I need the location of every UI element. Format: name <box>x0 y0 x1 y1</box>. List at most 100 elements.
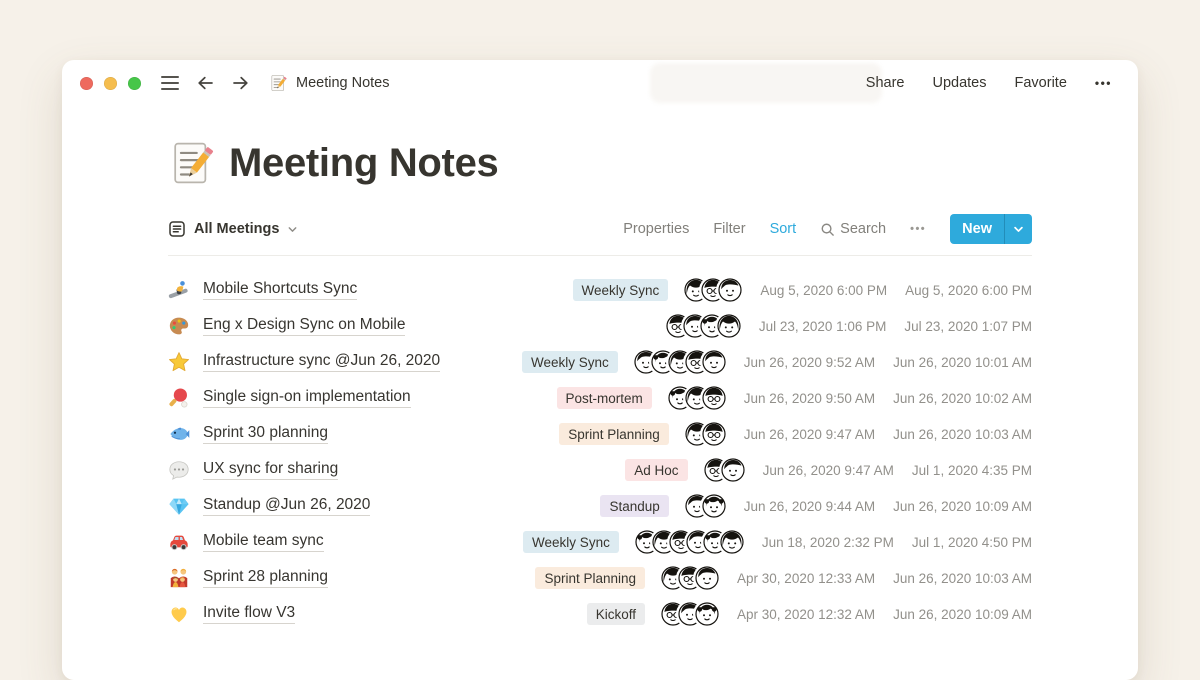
table-row[interactable]: Mobile team sync Weekly Sync Jun 18, 202… <box>168 524 1032 560</box>
search-label: Search <box>840 221 886 237</box>
row-title[interactable]: Eng x Design Sync on Mobile <box>203 316 405 337</box>
row-title[interactable]: Mobile team sync <box>203 532 324 553</box>
edited-date: Aug 5, 2020 6:00 PM <box>905 283 1032 298</box>
created-date: Jul 23, 2020 1:06 PM <box>759 319 887 334</box>
row-title[interactable]: Invite flow V3 <box>203 604 295 625</box>
row-properties: Ad Hoc Jun 26, 2020 9:47 AM Jul 1, 2020 … <box>625 458 1032 482</box>
favorite-button[interactable]: Favorite <box>1015 75 1067 91</box>
titlebar-actions: Share Updates Favorite ••• <box>866 75 1112 91</box>
memo-emoji-icon[interactable] <box>168 140 214 186</box>
created-date: Apr 30, 2020 12:32 AM <box>737 607 875 622</box>
arrow-right-icon <box>231 73 251 93</box>
avatar-group <box>668 386 726 410</box>
breadcrumb-page-title[interactable]: Meeting Notes <box>296 75 390 91</box>
row-properties: Weekly Sync Jun 18, 2020 2:32 PM Jul 1, … <box>523 530 1032 554</box>
forward-button[interactable] <box>231 73 251 93</box>
chevron-down-icon <box>287 224 298 235</box>
created-date: Jun 26, 2020 9:47 AM <box>763 463 894 478</box>
zoom-window-button[interactable] <box>128 77 141 90</box>
created-date: Jun 26, 2020 9:44 AM <box>744 499 875 514</box>
avatar[interactable] <box>702 422 726 446</box>
filter-button[interactable]: Filter <box>713 221 745 237</box>
search-button[interactable]: Search <box>820 221 886 237</box>
edited-date: Jun 26, 2020 10:09 AM <box>893 607 1032 622</box>
page-header: Meeting Notes <box>168 140 1032 186</box>
type-tag[interactable]: Weekly Sync <box>573 279 669 301</box>
gem-emoji-icon <box>168 495 190 517</box>
ghost-highlight <box>650 63 882 103</box>
updates-button[interactable]: Updates <box>932 75 986 91</box>
avatar[interactable] <box>717 314 741 338</box>
search-icon <box>820 222 835 237</box>
table-row[interactable]: Standup @Jun 26, 2020 Standup Jun 26, 20… <box>168 488 1032 524</box>
edited-date: Jun 26, 2020 10:02 AM <box>893 391 1032 406</box>
new-button[interactable]: New <box>950 214 1032 244</box>
ping-pong-emoji-icon <box>168 387 190 409</box>
avatar-group <box>685 422 726 446</box>
type-tag[interactable]: Post-mortem <box>557 387 652 409</box>
avatar-group <box>684 278 742 302</box>
table-row[interactable]: Infrastructure sync @Jun 26, 2020 Weekly… <box>168 344 1032 380</box>
row-title[interactable]: Mobile Shortcuts Sync <box>203 280 357 301</box>
sort-button[interactable]: Sort <box>770 221 797 237</box>
share-button[interactable]: Share <box>866 75 905 91</box>
type-tag[interactable]: Sprint Planning <box>535 567 645 589</box>
avatar-group <box>634 350 726 374</box>
family-emoji-icon <box>168 567 190 589</box>
type-tag[interactable]: Weekly Sync <box>523 531 619 553</box>
table-row[interactable]: Sprint 30 planning Sprint Planning Jun 2… <box>168 416 1032 452</box>
view-switcher[interactable]: All Meetings <box>168 220 298 238</box>
memo-page-icon <box>269 74 287 92</box>
new-dropdown-button[interactable] <box>1005 214 1032 244</box>
avatar-group <box>661 602 719 626</box>
avatar[interactable] <box>720 530 744 554</box>
created-date: Jun 26, 2020 9:50 AM <box>744 391 875 406</box>
list-view-icon <box>168 220 186 238</box>
created-date: Apr 30, 2020 12:33 AM <box>737 571 875 586</box>
table-row[interactable]: Sprint 28 planning Sprint Planning Apr 3… <box>168 560 1032 596</box>
table-row[interactable]: UX sync for sharing Ad Hoc Jun 26, 2020 … <box>168 452 1032 488</box>
sidebar-menu-icon[interactable] <box>161 76 179 90</box>
created-date: Jun 26, 2020 9:47 AM <box>744 427 875 442</box>
avatar[interactable] <box>695 602 719 626</box>
type-tag[interactable]: Sprint Planning <box>559 423 669 445</box>
properties-button[interactable]: Properties <box>623 221 689 237</box>
toolbar-more-icon[interactable]: ••• <box>910 223 926 235</box>
avatar[interactable] <box>702 350 726 374</box>
table-row[interactable]: Mobile Shortcuts Sync Weekly Sync Aug 5,… <box>168 272 1032 308</box>
avatar[interactable] <box>695 566 719 590</box>
table-row[interactable]: Invite flow V3 Kickoff Apr 30, 2020 12:3… <box>168 596 1032 632</box>
new-button-label[interactable]: New <box>950 214 1004 244</box>
edited-date: Jun 26, 2020 10:01 AM <box>893 355 1032 370</box>
minimize-window-button[interactable] <box>104 77 117 90</box>
avatar[interactable] <box>718 278 742 302</box>
close-window-button[interactable] <box>80 77 93 90</box>
type-tag[interactable]: Kickoff <box>587 603 645 625</box>
edited-date: Jul 1, 2020 4:50 PM <box>912 535 1032 550</box>
type-tag[interactable]: Weekly Sync <box>522 351 618 373</box>
table-row[interactable]: Single sign-on implementation Post-morte… <box>168 380 1032 416</box>
row-title[interactable]: Single sign-on implementation <box>203 388 411 409</box>
edited-date: Jun 26, 2020 10:03 AM <box>893 571 1032 586</box>
row-title[interactable]: Infrastructure sync @Jun 26, 2020 <box>203 352 440 373</box>
row-properties: Standup Jun 26, 2020 9:44 AM Jun 26, 202… <box>600 494 1032 518</box>
avatar[interactable] <box>721 458 745 482</box>
avatar[interactable] <box>702 494 726 518</box>
row-title[interactable]: Sprint 30 planning <box>203 424 328 445</box>
type-tag[interactable]: Standup <box>600 495 668 517</box>
row-title[interactable]: Sprint 28 planning <box>203 568 328 589</box>
more-options-icon[interactable]: ••• <box>1095 76 1112 90</box>
back-button[interactable] <box>195 73 215 93</box>
meeting-list: Mobile Shortcuts Sync Weekly Sync Aug 5,… <box>168 272 1032 632</box>
created-date: Jun 26, 2020 9:52 AM <box>744 355 875 370</box>
titlebar: Meeting Notes Share Updates Favorite ••• <box>62 60 1138 106</box>
table-row[interactable]: Eng x Design Sync on Mobile Jul 23, 2020… <box>168 308 1032 344</box>
database-toolbar: All Meetings Properties Filter Sort Sear… <box>168 214 1032 256</box>
avatar[interactable] <box>702 386 726 410</box>
row-title[interactable]: UX sync for sharing <box>203 460 338 481</box>
type-tag[interactable]: Ad Hoc <box>625 459 687 481</box>
row-title[interactable]: Standup @Jun 26, 2020 <box>203 496 370 517</box>
page-title[interactable]: Meeting Notes <box>229 141 498 186</box>
toolbar-actions: Properties Filter Sort Search ••• New <box>623 214 1032 244</box>
speech-balloon-emoji-icon <box>168 459 190 481</box>
